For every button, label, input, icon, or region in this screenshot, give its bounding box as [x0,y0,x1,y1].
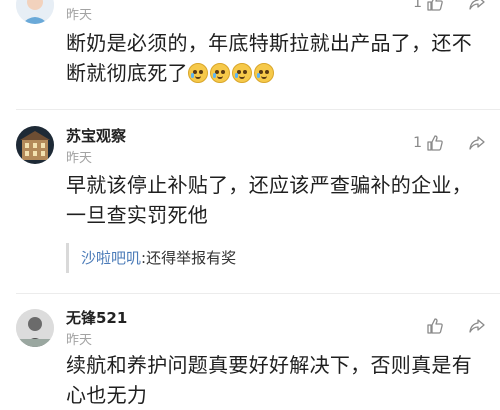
comment-text: 续航和养护问题真要好好解决下，否则真是有 心也无力 [66,350,486,410]
divider [16,293,500,294]
divider [16,109,500,110]
avatar[interactable] [16,126,54,164]
comment-username[interactable]: 苏宝观察 [66,125,126,146]
like-button[interactable] [422,317,444,335]
comment-text-line: 断奶是必须的，年底特斯拉就出产品了，还不 [66,31,472,55]
crying-laugh-emoji-icon [209,63,230,83]
comment-text: 断奶是必须的，年底特斯拉就出产品了，还不 断就彻底死了 [66,28,486,88]
comment-time: 昨天 [66,8,93,23]
crying-laugh-emoji-icon [187,63,208,83]
avatar-image [16,126,54,164]
comment-actions: 1 [300,0,500,18]
crying-laugh-emoji-icon [253,63,274,83]
crying-laugh-emoji-icon [231,63,252,83]
avatar[interactable] [16,0,54,24]
comment-text-line: 一旦查实罚死他 [66,203,209,227]
thumbs-up-icon [427,318,443,334]
share-icon [469,136,485,150]
comment-3: 无锋521 昨天 续航和养护问题真要好好解决下，否则真是有 心也无力 [0,303,500,407]
like-count: 1 [413,0,422,11]
comment-time: 昨天 [66,333,93,348]
share-button[interactable] [468,0,486,16]
comment-2: 苏宝观察 昨天 1 早就该停止补贴了，还应该严查骗补的企业， 一旦查实罚死他 沙… [0,120,500,285]
avatar[interactable] [16,309,54,347]
comment-username[interactable]: 无锋521 [66,307,127,328]
reply-text: :还得举报有奖 [141,249,237,267]
reply-preview[interactable]: 沙啦吧叽:还得举报有奖 [66,243,486,273]
share-button[interactable] [468,134,486,156]
comment-text-line-2: 断就彻底死了 [66,61,188,85]
comment-text-line: 心也无力 [66,383,148,407]
comment-text-line: 早就该停止补贴了，还应该严查骗补的企业， [66,173,472,197]
comment-actions: 1 [300,134,500,158]
comment-text-line: 断就彻底死了 [66,58,486,88]
reply-username[interactable]: 沙啦吧叽 [81,249,141,267]
share-icon [469,0,485,10]
avatar-image [16,0,54,24]
thumbs-up-icon [427,135,443,151]
comment-text: 早就该停止补贴了，还应该严查骗补的企业， 一旦查实罚死他 [66,170,486,230]
thumbs-up-icon [427,0,443,11]
share-button[interactable] [468,317,486,339]
avatar-image [16,309,54,347]
comment-actions [300,317,500,341]
comment-text-line: 续航和养护问题真要好好解决下，否则真是有 [66,353,472,377]
like-button[interactable]: 1 [413,0,444,12]
like-count: 1 [413,135,422,151]
comment-1: 昨天 1 断奶是必须的，年底特斯拉就出产品了，还不 断就彻底死了 [0,0,500,96]
comment-time: 昨天 [66,151,93,166]
share-icon [469,319,485,333]
like-button[interactable]: 1 [413,134,444,152]
